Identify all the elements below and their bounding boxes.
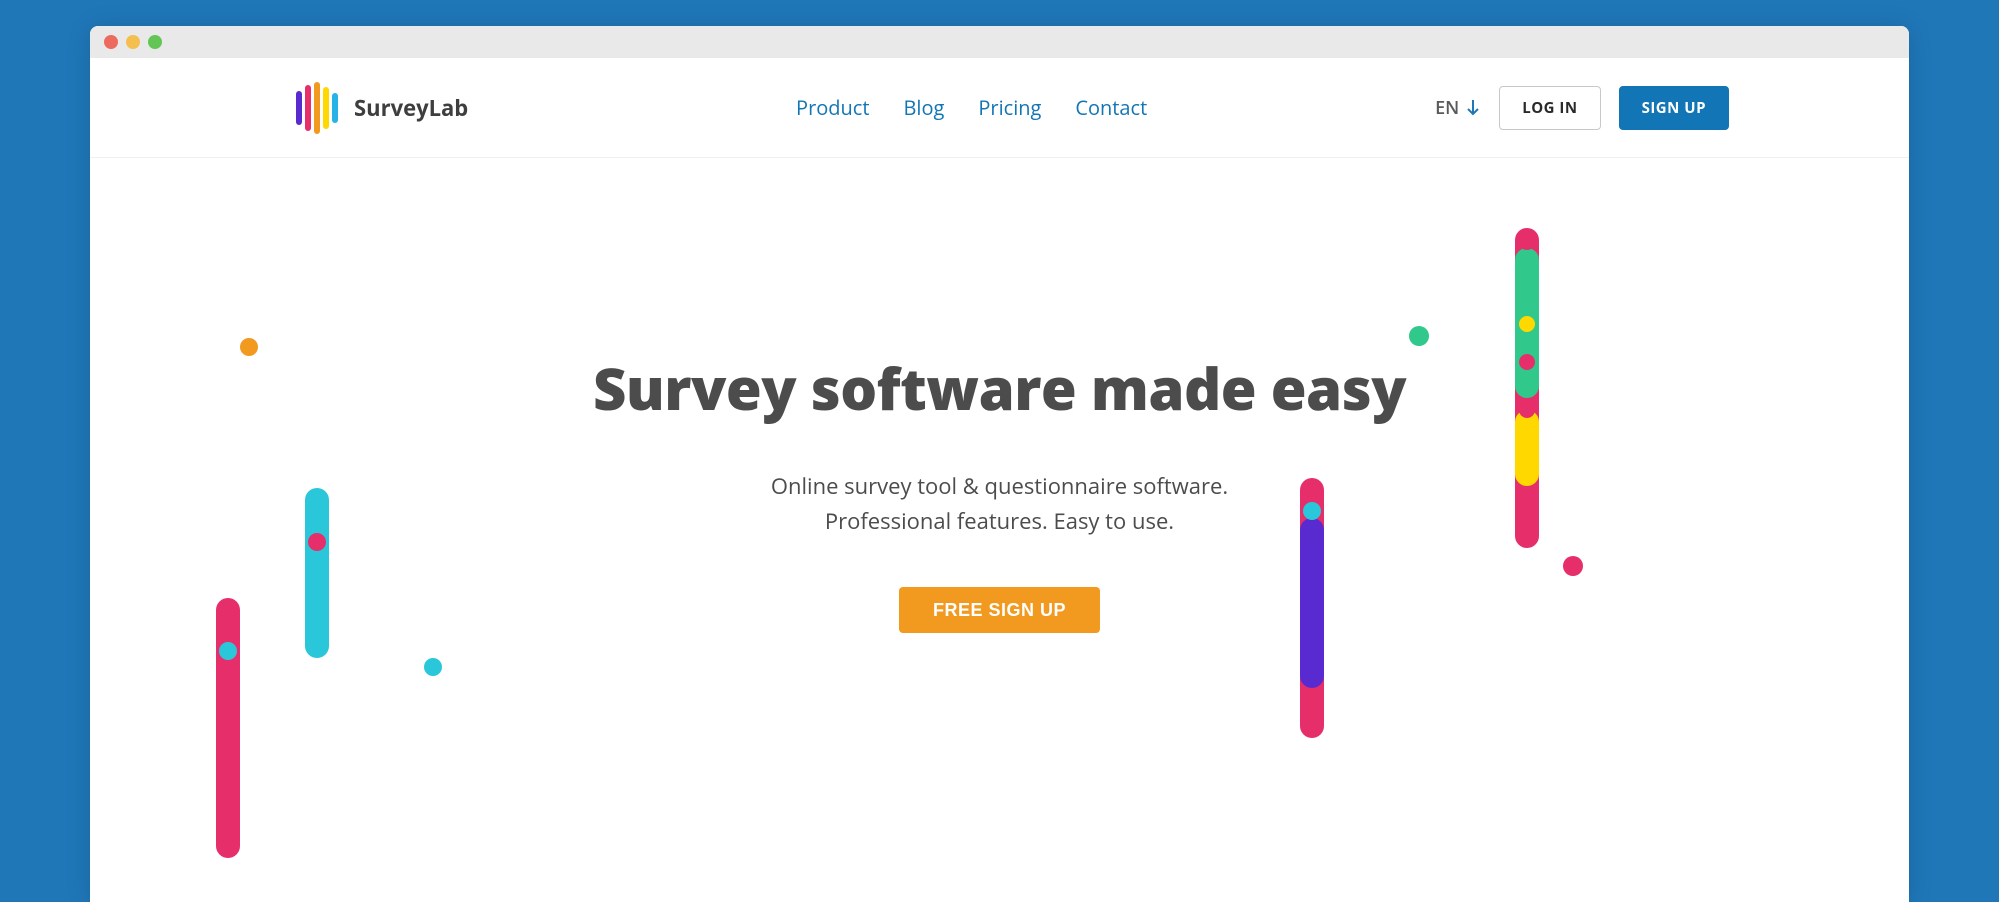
decor-dot: [240, 338, 258, 356]
header-actions: EN LOG IN SIGN UP: [1435, 86, 1729, 130]
login-button[interactable]: LOG IN: [1499, 86, 1600, 130]
browser-titlebar: [90, 26, 1909, 58]
hero-subtitle: Online survey tool & questionnaire softw…: [90, 469, 1909, 539]
nav-link-pricing[interactable]: Pricing: [978, 94, 1041, 121]
signup-button[interactable]: SIGN UP: [1619, 86, 1729, 130]
nav-link-blog[interactable]: Blog: [904, 94, 945, 121]
arrow-down-icon: [1465, 98, 1481, 118]
nav-link-product[interactable]: Product: [796, 94, 869, 121]
decor-dot: [1563, 556, 1583, 576]
decor-bar: [1300, 518, 1324, 688]
window-maximize-icon[interactable]: [148, 35, 162, 49]
decor-dot: [1409, 326, 1429, 346]
decor-dot: [1519, 234, 1535, 250]
decor-bar: [305, 488, 329, 658]
decor-dot: [308, 533, 326, 551]
hero-subtitle-line1: Online survey tool & questionnaire softw…: [771, 471, 1228, 501]
decor-dot: [1519, 316, 1535, 332]
main-nav: Product Blog Pricing Contact: [508, 94, 1435, 121]
language-label: EN: [1435, 96, 1459, 120]
decor-dot: [219, 642, 237, 660]
nav-link-contact[interactable]: Contact: [1075, 94, 1147, 121]
window-minimize-icon[interactable]: [126, 35, 140, 49]
browser-window: SurveyLab Product Blog Pricing Contact E…: [90, 26, 1909, 902]
decor-bar: [1515, 410, 1539, 486]
logo-text: SurveyLab: [354, 93, 468, 123]
logo-icon: [290, 81, 344, 135]
page: SurveyLab Product Blog Pricing Contact E…: [90, 58, 1909, 902]
hero: Survey software made easy Online survey …: [90, 158, 1909, 633]
decor-dot: [1519, 354, 1535, 370]
hero-subtitle-line2: Professional features. Easy to use.: [825, 506, 1174, 536]
decor-bar: [216, 598, 240, 858]
logo[interactable]: SurveyLab: [290, 81, 468, 135]
site-header: SurveyLab Product Blog Pricing Contact E…: [90, 58, 1909, 158]
free-signup-button[interactable]: FREE SIGN UP: [899, 587, 1100, 633]
decor-dot: [1519, 402, 1535, 418]
language-selector[interactable]: EN: [1435, 96, 1481, 120]
hero-title: Survey software made easy: [90, 348, 1909, 427]
decor-dot: [1303, 502, 1321, 520]
window-close-icon[interactable]: [104, 35, 118, 49]
decor-dot: [424, 658, 442, 676]
